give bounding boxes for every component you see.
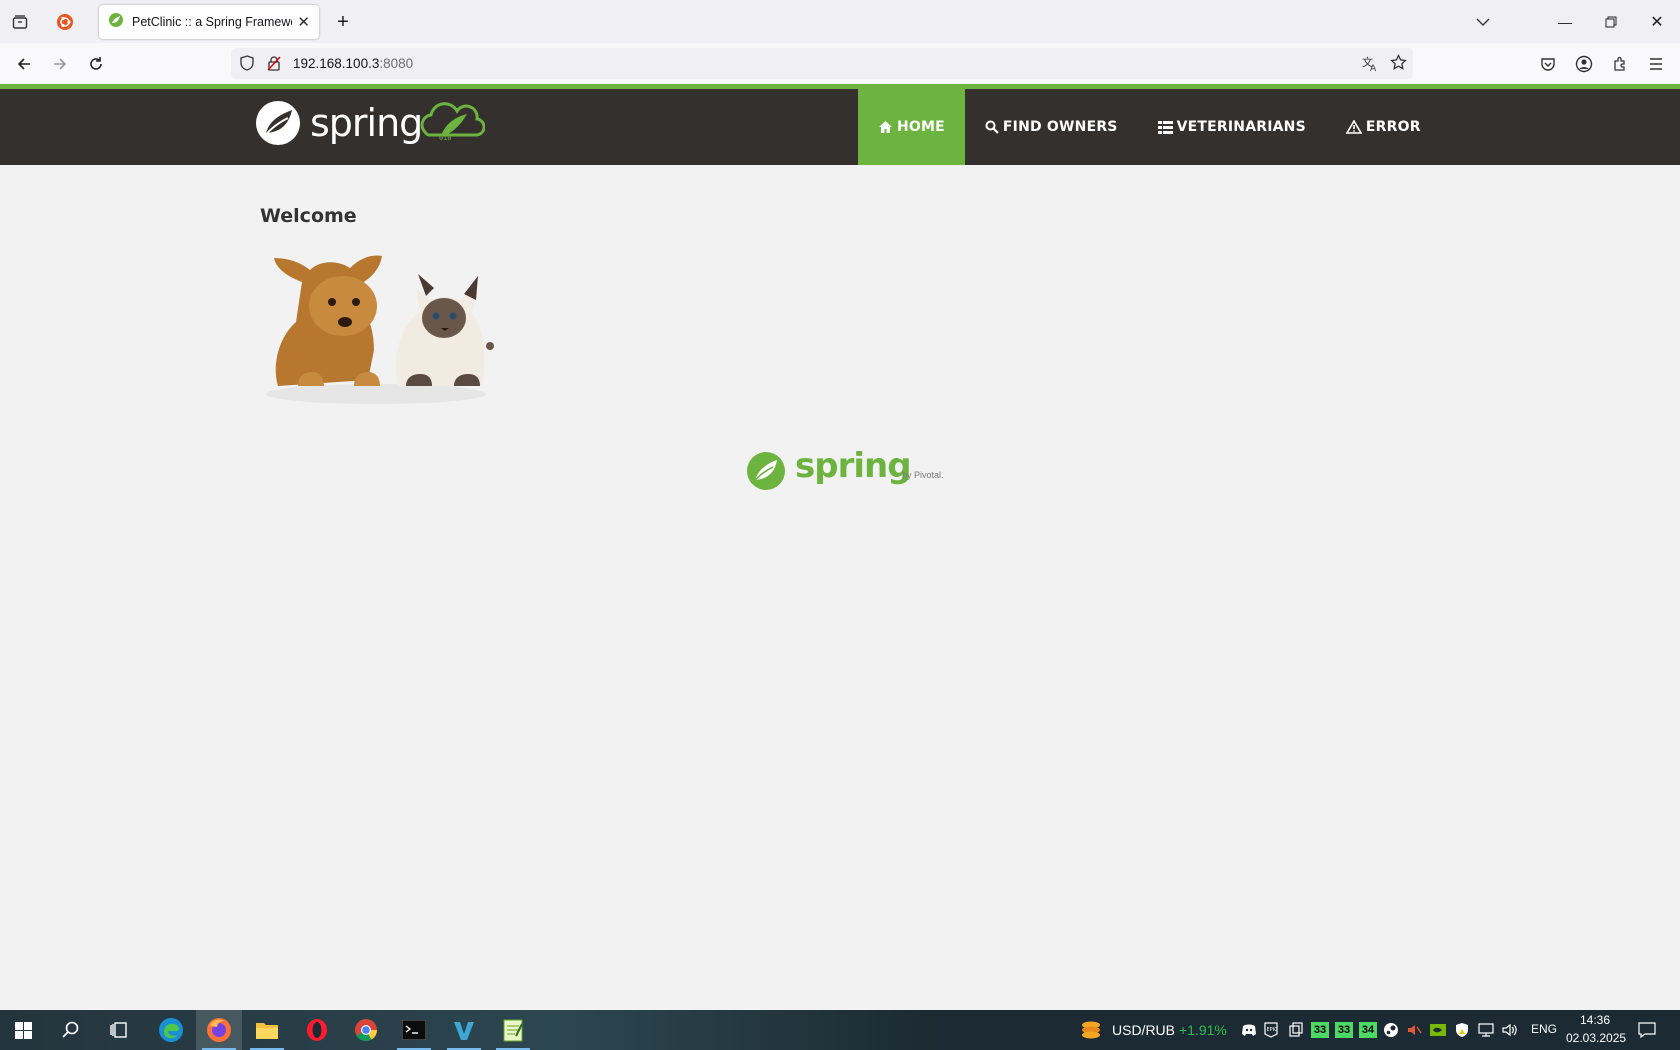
logo-text: spring [310,101,423,145]
menu-item-error[interactable]: ERROR [1326,89,1441,165]
footer-logo-text: spring [795,446,912,486]
url-host: 192.168.100.3 [293,56,380,71]
close-window-button[interactable]: ✕ [1634,0,1680,43]
terminal-icon [402,1020,426,1040]
translate-icon[interactable]: 文A [1362,55,1379,77]
currency-coins-icon[interactable] [1080,1019,1102,1041]
clipboard-icon[interactable] [1288,1022,1304,1038]
svg-text:EPIC: EPIC [1267,1027,1279,1033]
list-all-tabs-icon[interactable] [1470,9,1496,35]
forward-icon[interactable] [47,51,73,77]
ticker-label[interactable]: USD/RUB [1112,1022,1175,1038]
svg-text:A: A [1370,64,1377,72]
discord-icon[interactable] [1241,1022,1257,1038]
network-icon[interactable] [1478,1022,1494,1038]
clock-time[interactable]: 14:36 [1580,1013,1610,1027]
start-button[interactable] [0,1010,46,1050]
account-icon[interactable] [1571,51,1597,77]
taskbar-app-opera[interactable] [294,1010,340,1050]
main-menu: HOME FIND OWNERS VETERINARIANS ERROR [858,89,1441,165]
taskbar-app-firefox[interactable] [196,1010,242,1050]
warning-icon [1345,120,1362,134]
new-tab-icon[interactable]: + [330,9,356,35]
footer-spring-logo: spring by Pivotal. [745,446,945,492]
spring-favicon-icon [108,12,124,33]
back-icon[interactable] [11,51,37,77]
visual-studio-icon [454,1022,474,1040]
svg-text:010: 010 [439,134,452,142]
input-language[interactable]: ENG [1531,1022,1557,1036]
list-icon [1157,120,1173,134]
spring-petclinic-logo[interactable]: spring 010 [254,99,485,149]
tracking-shield-icon[interactable] [239,55,255,76]
notepad-icon [503,1019,523,1042]
volume-muted-app-icon[interactable] [1406,1022,1422,1038]
menu-item-find-owners[interactable]: FIND OWNERS [965,89,1138,165]
windows-taskbar: USD/RUB +1.91% EPIC 33 33 34 ENG 14:36 0… [0,1010,1680,1050]
speaker-icon[interactable] [1502,1022,1518,1038]
menu-item-label: VETERINARIANS [1176,119,1306,135]
footer-logo-by: by Pivotal. [902,470,944,480]
bookmark-star-icon[interactable] [1390,53,1407,76]
edge-icon [159,1018,183,1042]
temp-monitor-1[interactable]: 33 [1311,1022,1329,1038]
ticker-change: +1.91% [1179,1022,1227,1038]
app-menu-icon[interactable] [1643,51,1669,77]
task-view-button[interactable] [96,1010,142,1050]
browser-nav-bar: 192.168.100.3:8080 文A [0,43,1680,84]
search-icon [985,120,999,134]
search-icon [62,1021,79,1038]
menu-item-home[interactable]: HOME [858,89,965,165]
menu-item-label: FIND OWNERS [1002,119,1118,135]
windows-icon [14,1021,32,1039]
insecure-lock-icon[interactable] [266,55,282,76]
tab-title: PetClinic :: a Spring Framework [132,15,292,29]
url-text[interactable]: 192.168.100.3:8080 [293,56,413,71]
nvidia-icon[interactable] [1430,1022,1446,1038]
url-bar[interactable]: 192.168.100.3:8080 文A [231,48,1413,79]
url-port: :8080 [379,56,414,71]
clock-date[interactable]: 02.03.2025 [1566,1031,1626,1045]
menu-item-veterinarians[interactable]: VETERINARIANS [1138,89,1326,165]
taskbar-app-vs[interactable] [441,1010,487,1050]
taskbar-app-notepad[interactable] [490,1010,536,1050]
chrome-icon [355,1019,377,1041]
steam-icon[interactable] [1383,1022,1399,1038]
active-tab[interactable]: PetClinic :: a Spring Framework ✕ [99,5,319,39]
taskbar-search-button[interactable] [48,1010,94,1050]
pocket-icon[interactable] [1535,51,1561,77]
task-view-icon [110,1022,127,1038]
epic-games-icon[interactable]: EPIC [1264,1022,1280,1038]
pets-image [258,236,494,406]
taskbar-app-chrome[interactable] [343,1010,389,1050]
restore-button[interactable] [1588,0,1634,43]
notifications-icon[interactable] [1638,1022,1656,1039]
extensions-icon[interactable] [1607,51,1633,77]
opera-icon [307,1019,327,1041]
temp-monitor-2[interactable]: 33 [1335,1022,1353,1038]
minimize-button[interactable]: — [1542,0,1588,43]
tab-close-icon[interactable]: ✕ [297,13,310,31]
menu-item-label: ERROR [1365,119,1421,135]
menu-item-label: HOME [897,119,945,135]
browser-tab-bar: PetClinic :: a Spring Framework ✕ + — ✕ [0,0,1680,43]
tab-overview-icon[interactable] [7,9,33,35]
taskbar-app-explorer[interactable] [244,1010,290,1050]
app-header: spring 010 HOME FIND OWNERS VETERINARIAN… [0,89,1680,165]
page-title: Welcome [260,205,357,227]
temp-monitor-3[interactable]: 34 [1359,1022,1377,1038]
pinned-tab-ubuntu-icon[interactable] [51,9,79,35]
folder-icon [256,1023,278,1039]
taskbar-app-edge[interactable] [148,1010,194,1050]
taskbar-app-terminal[interactable] [391,1010,437,1050]
security-warning-icon[interactable] [1454,1022,1470,1038]
home-icon [879,121,892,133]
firefox-icon [207,1018,231,1042]
reload-icon[interactable] [83,51,109,77]
